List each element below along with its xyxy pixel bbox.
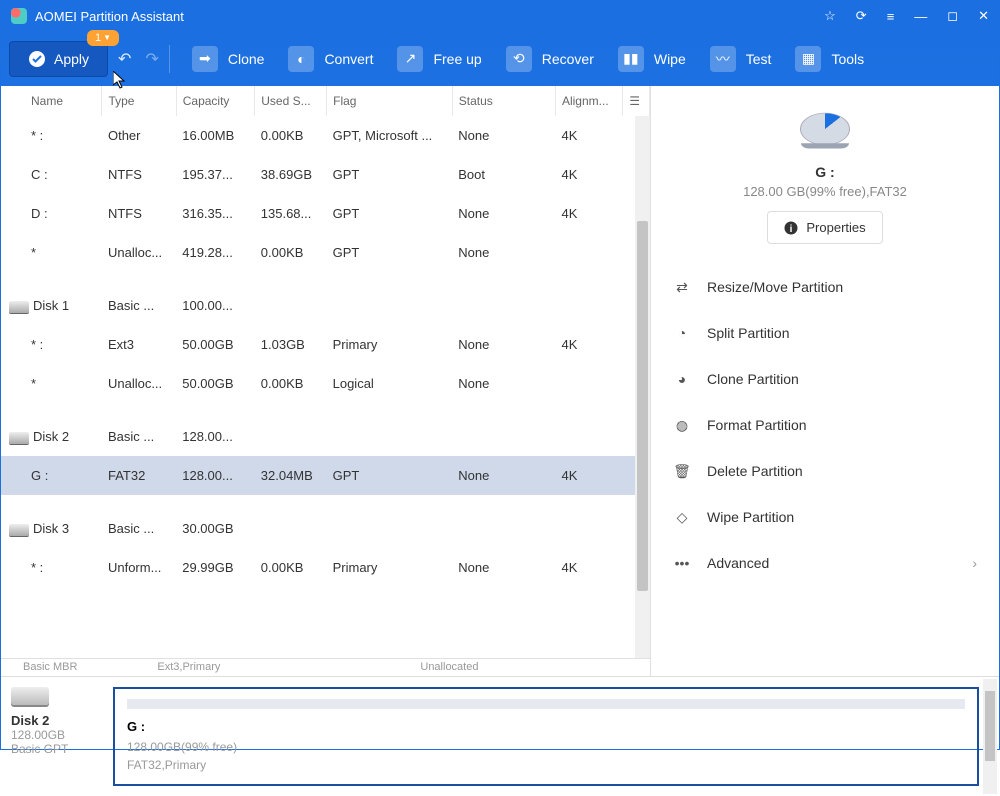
partition-row[interactable]: * :Other16.00MB0.00KBGPT, Microsoft ...N…	[1, 116, 650, 155]
toolbar-clone[interactable]: ➡Clone	[180, 40, 277, 78]
partition-row[interactable]: * :Unform...29.99GB0.00KBPrimaryNone4K	[1, 548, 650, 587]
advanced-action[interactable]: ••• Advanced ›	[665, 540, 985, 586]
tools-icon: ▦	[795, 46, 821, 72]
partition-row[interactable]: *Unalloc...419.28...0.00KBGPTNone	[1, 233, 650, 272]
split-icon: ◔	[673, 324, 691, 342]
properties-button[interactable]: i Properties	[767, 211, 882, 244]
apply-label: Apply	[54, 51, 89, 67]
selected-partition-title: G :	[665, 164, 985, 180]
app-logo-icon	[11, 8, 27, 24]
col-status[interactable]: Status	[452, 86, 555, 116]
freeup-icon: ↗	[397, 46, 423, 72]
undo-icon[interactable]: ↶	[118, 49, 131, 69]
svg-text:i: i	[790, 224, 793, 235]
partition-table[interactable]: Name Type Capacity Used S... Flag Status…	[1, 86, 650, 587]
col-align[interactable]: Alignm...	[555, 86, 622, 116]
pending-badge[interactable]: 1▼	[87, 30, 119, 46]
partition-row[interactable]: C :NTFS195.37...38.69GBGPTBoot4K	[1, 155, 650, 194]
footer-part-line1: 128.00GB(99% free)	[127, 738, 965, 756]
resize-icon: ⇄	[673, 278, 691, 296]
footer-partition-box[interactable]: G : 128.00GB(99% free) FAT32,Primary	[113, 687, 979, 786]
footer-part-line2: FAT32,Primary	[127, 756, 965, 774]
disk-icon	[9, 301, 29, 313]
footer-disk-size: 128.00GB	[11, 728, 101, 742]
disk-row[interactable]: Disk 2Basic ...128.00...	[1, 417, 650, 456]
disk-row[interactable]: Disk 1Basic ...100.00...	[1, 286, 650, 325]
app-title: AOMEI Partition Assistant	[35, 9, 824, 24]
action-format[interactable]: ◍Format Partition	[665, 402, 985, 448]
maximize-icon[interactable]: ◻	[947, 8, 958, 24]
table-scrollbar[interactable]	[635, 116, 650, 658]
minimize-icon[interactable]: ―	[914, 9, 927, 24]
footer-disk-type: Basic GPT	[11, 742, 101, 756]
col-type[interactable]: Type	[102, 86, 176, 116]
toolbar-freeup[interactable]: ↗Free up	[385, 40, 493, 78]
clone-icon: ◕	[673, 370, 691, 388]
bottom-strip: Basic MBR Ext3,Primary Unallocated	[1, 658, 650, 676]
partition-row[interactable]: * :Ext350.00GB1.03GBPrimaryNone4K	[1, 325, 650, 364]
close-icon[interactable]: ✕	[978, 8, 989, 24]
scrollbar-thumb[interactable]	[637, 221, 648, 591]
col-menu-icon[interactable]: ☰	[623, 86, 650, 116]
format-icon: ◍	[673, 416, 691, 434]
toolbar: Apply 1▼ ↶ ↷ ➡Clone◐Convert↗Free up⟲Reco…	[1, 31, 999, 86]
info-icon: i	[784, 221, 798, 235]
footer-disk-label: Disk 2	[11, 713, 101, 728]
partition-row[interactable]: G :FAT32128.00...32.04MBGPTNone4K	[1, 456, 650, 495]
action-delete[interactable]: 🗑Delete Partition	[665, 448, 985, 494]
delete-icon: 🗑	[673, 462, 691, 480]
chevron-right-icon: ›	[972, 555, 977, 571]
toolbar-tools[interactable]: ▦Tools	[783, 40, 876, 78]
star-icon[interactable]: ☆	[824, 8, 836, 24]
usage-bar	[127, 699, 965, 709]
col-flag[interactable]: Flag	[327, 86, 453, 116]
footer-scroll-thumb[interactable]	[985, 691, 995, 761]
redo-icon[interactable]: ↷	[145, 49, 158, 69]
partition-row[interactable]: D :NTFS316.35...135.68...GPTNone4K	[1, 194, 650, 233]
menu-icon[interactable]: ≡	[887, 9, 895, 24]
apply-check-icon	[28, 50, 46, 68]
window-controls: ☆ ⟳ ≡ ― ◻ ✕	[824, 8, 989, 24]
toolbar-recover[interactable]: ⟲Recover	[494, 40, 606, 78]
toolbar-convert[interactable]: ◐Convert	[276, 40, 385, 78]
test-icon: 〰	[710, 46, 736, 72]
disk-icon	[9, 432, 29, 444]
clone-icon: ➡	[192, 46, 218, 72]
col-capacity[interactable]: Capacity	[176, 86, 255, 116]
recover-icon: ⟲	[506, 46, 532, 72]
toolbar-wipe[interactable]: ▮▮Wipe	[606, 40, 698, 78]
disk-row[interactable]: Disk 3Basic ...30.00GB	[1, 509, 650, 548]
disk-icon	[9, 524, 29, 536]
action-wipe[interactable]: ◇Wipe Partition	[665, 494, 985, 540]
col-used[interactable]: Used S...	[255, 86, 327, 116]
partition-row[interactable]: *Unalloc...50.00GB0.00KBLogicalNone	[1, 364, 650, 403]
footer-panel: Disk 2 128.00GB Basic GPT G : 128.00GB(9…	[1, 676, 999, 796]
footer-part-name: G :	[127, 719, 965, 734]
footer-disk-info: Disk 2 128.00GB Basic GPT	[11, 687, 101, 786]
apply-button[interactable]: Apply 1▼	[9, 41, 108, 77]
titlebar: AOMEI Partition Assistant ☆ ⟳ ≡ ― ◻ ✕	[1, 1, 999, 31]
main-panel: Name Type Capacity Used S... Flag Status…	[1, 86, 651, 676]
disk-icon	[11, 687, 49, 705]
action-split[interactable]: ◔Split Partition	[665, 310, 985, 356]
more-icon: •••	[673, 554, 691, 572]
action-clone[interactable]: ◕Clone Partition	[665, 356, 985, 402]
action-resize[interactable]: ⇄Resize/Move Partition	[665, 264, 985, 310]
wipe-icon: ◇	[673, 508, 691, 526]
selected-partition-subtitle: 128.00 GB(99% free),FAT32	[665, 184, 985, 199]
usage-pie-icon	[795, 104, 855, 154]
wipe-icon: ▮▮	[618, 46, 644, 72]
sidebar: G : 128.00 GB(99% free),FAT32 i Properti…	[651, 86, 999, 676]
footer-scrollbar[interactable]	[983, 679, 997, 794]
toolbar-test[interactable]: 〰Test	[698, 40, 784, 78]
col-name[interactable]: Name	[1, 86, 102, 116]
convert-icon: ◐	[288, 46, 314, 72]
refresh-icon[interactable]: ⟳	[856, 8, 867, 24]
